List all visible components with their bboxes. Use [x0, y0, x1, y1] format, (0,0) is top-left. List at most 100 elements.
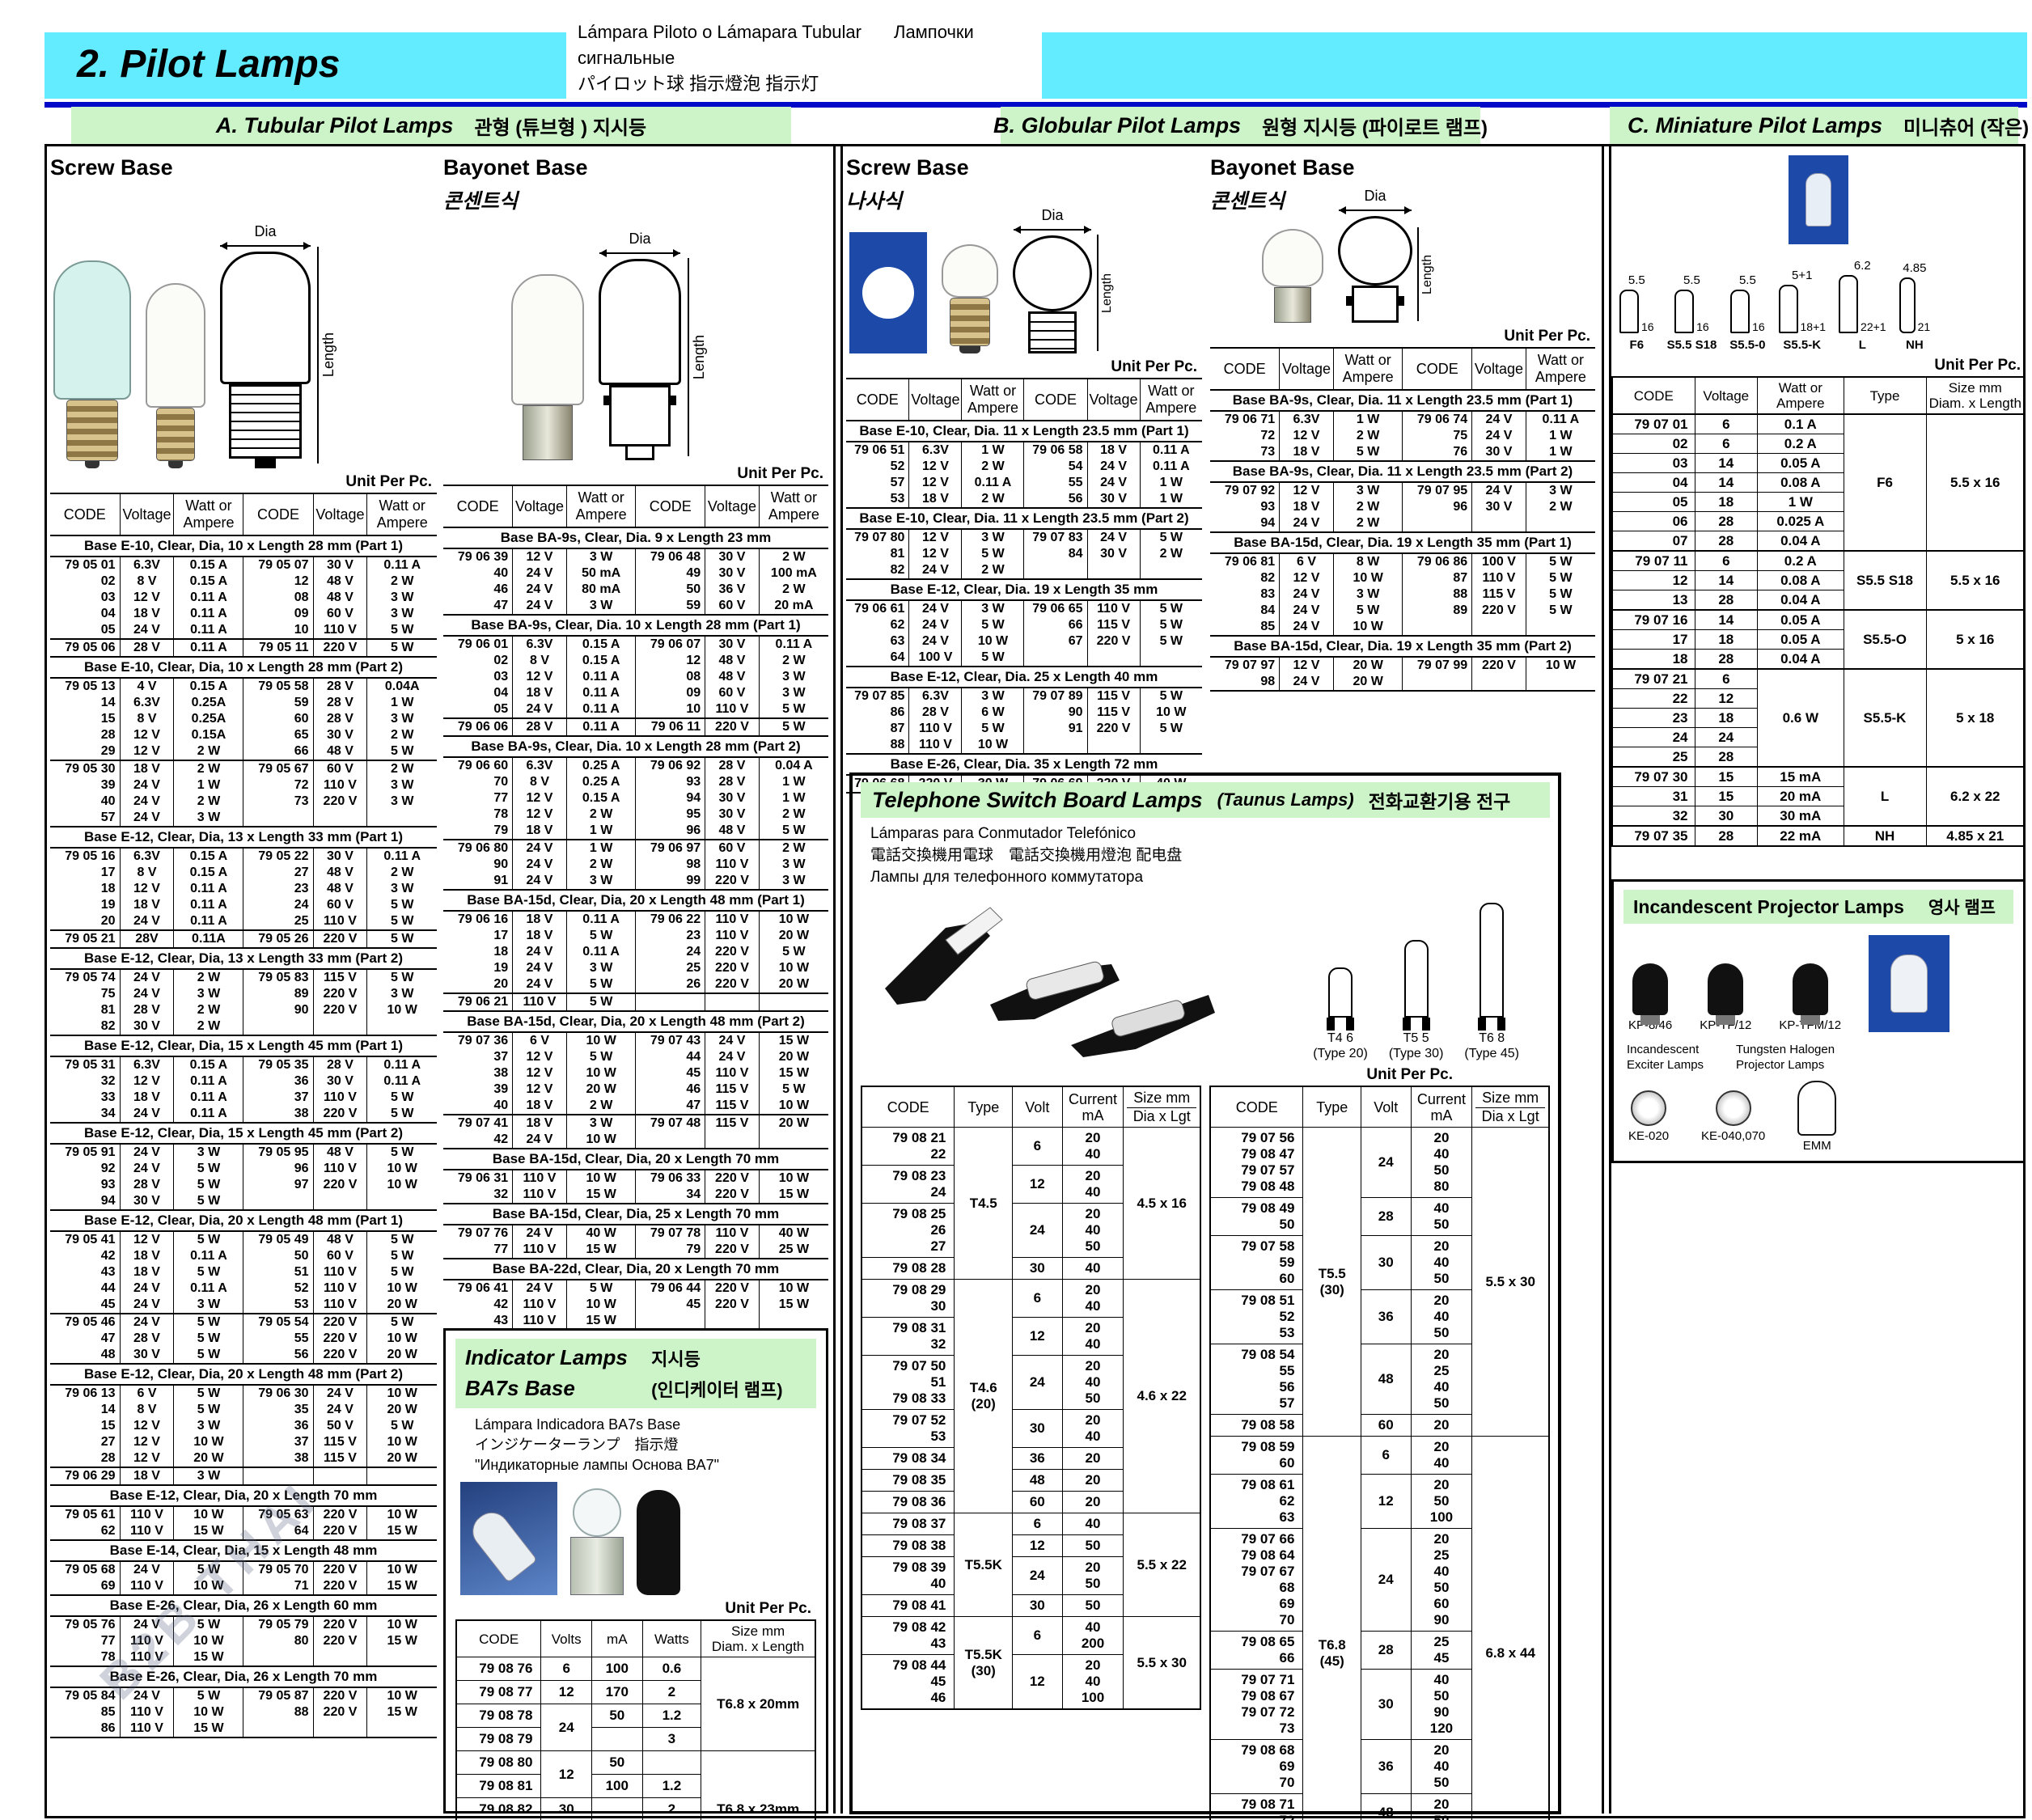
column-header: CODE — [456, 1620, 541, 1657]
code-cell: 79 05 83 — [243, 969, 313, 986]
table-row: 79 06 136 V5 W79 06 3024 V10 W — [50, 1385, 437, 1402]
lamp-base-icon — [1327, 1018, 1354, 1031]
code-cell: 23 — [636, 928, 705, 944]
voltage-cell: 24 V — [120, 1314, 174, 1331]
watt-cell: 0.11 A — [1140, 442, 1202, 459]
code-cell: 88 — [243, 1704, 313, 1721]
voltage-cell: 24 V — [513, 873, 567, 890]
voltage-cell: 115 V — [313, 1434, 367, 1450]
code-cell: 36 — [243, 1073, 313, 1090]
code-cell: 79 07 36 — [443, 1032, 513, 1049]
code-cell: 79 07 92 — [1210, 482, 1280, 499]
code-cell: 98 — [1210, 674, 1280, 691]
voltage-cell: 6.3V — [120, 848, 174, 865]
watt-cell: 3 W — [759, 873, 828, 890]
code-cell: 23 — [1612, 709, 1695, 728]
voltage-cell: 24 V — [909, 617, 962, 633]
watt-cell: 10 W — [367, 1331, 437, 1347]
code-cell: 29 — [50, 743, 120, 760]
code-cell: 57 — [50, 810, 120, 827]
voltage-cell: 12 V — [513, 806, 567, 823]
group-header-row: Base BA-9s, Clear, Dia. 11 x Length 23.5… — [1210, 461, 1595, 482]
code-cell: 79 05 22 — [243, 848, 313, 865]
group-header: Base BA-9s, Clear, Dia. 11 x Length 23.5… — [1210, 390, 1595, 411]
voltage-cell: 12 — [1695, 689, 1758, 709]
voltage-cell: 24 V — [120, 913, 174, 930]
watt-cell: 10 W — [566, 1170, 636, 1187]
watt-cell: 3 W — [566, 598, 636, 615]
size-cell: 5.5 x 16 — [1926, 551, 2025, 610]
group-header-row: Base E-12, Clear, Dia. 25 x Length 40 mm — [846, 667, 1202, 688]
code-cell: 59 — [243, 695, 313, 711]
table-row: 4524 V3 W53110 V20 W — [50, 1297, 437, 1314]
code-cell: 79 08 54555657 — [1210, 1344, 1303, 1415]
table-row: 43110 V15 W — [443, 1313, 828, 1330]
code-cell: 02 — [50, 574, 120, 590]
code-cell: 89 — [1403, 603, 1472, 619]
code-cell: 87 — [846, 721, 909, 737]
code-cell — [243, 1721, 313, 1737]
table-row: 0418 V0.11 A0960 V3 W — [50, 606, 437, 622]
code-cell: 79 07 35 — [1612, 826, 1695, 846]
code-cell: 64 — [846, 650, 909, 667]
spec-table: CODEVoltageWatt or AmpereCODEVoltageWatt… — [846, 378, 1202, 794]
ma-cell: 4050 — [1411, 1198, 1472, 1236]
voltage-cell: 24 V — [313, 1385, 367, 1402]
watt-cell: 0.25A — [174, 695, 243, 711]
voltage-cell: 14 — [1695, 473, 1758, 493]
table-header-row: CODEVoltsmAWattsSize mm Diam. x Length — [456, 1620, 815, 1657]
group-header: Base BA-15d, Clear, Dia. 19 x Length 35 … — [1210, 636, 1595, 657]
table-row: 8324 V3 W88115 V5 W — [1210, 586, 1595, 603]
code-cell: 79 08 35 — [861, 1470, 955, 1492]
watt-cell: 10 W — [367, 1506, 437, 1523]
table-row: 5318 V2 W5630 V1 W — [846, 491, 1202, 508]
telephone-desc-ja: 電話交換機用電球 電話交換機用燈泡 配电盘 — [870, 844, 1550, 866]
watt-cell — [367, 1721, 437, 1737]
watt-cell: 2 W — [566, 857, 636, 873]
length-value: 16 — [1696, 320, 1709, 333]
watt-cell: 1 W — [759, 790, 828, 806]
code-cell: 79 05 07 — [243, 557, 313, 574]
watt-cell: 0.2 A — [1758, 434, 1844, 454]
code-cell: 79 06 60 — [443, 757, 513, 774]
table-row: 178 V0.15 A2748 V2 W — [50, 865, 437, 881]
indicator-base: BA7s Base — [465, 1376, 651, 1402]
ma-cell: 20 — [1062, 1448, 1124, 1470]
watt-cell: 0.15 A — [174, 557, 243, 574]
table-row: 79 06 1618 V0.11 A79 06 22110 V10 W — [443, 911, 828, 928]
voltage-cell: 18 V — [909, 491, 962, 508]
code-cell: 13 — [1612, 590, 1695, 611]
code-cell: 45 — [636, 1065, 705, 1081]
tubular-screw-images: Dia Length — [50, 180, 437, 468]
ma-cell: 405090120 — [1411, 1670, 1472, 1740]
voltage-cell: 24 V — [1280, 586, 1334, 603]
voltage-cell — [313, 1018, 367, 1035]
dia-label: Dia — [629, 231, 650, 248]
voltage-cell: 60 V — [705, 598, 760, 615]
table-row: 79 05 316.3V0.15 A79 05 3528 V0.11 A — [50, 1056, 437, 1073]
watt-cell: 5 W — [174, 1231, 243, 1248]
voltage-cell: 60 V — [705, 840, 760, 857]
watt-cell: 20 W — [367, 1297, 437, 1314]
code-cell: 79 07 41 — [443, 1115, 513, 1132]
code-cell: 77 — [443, 1242, 513, 1259]
watt-cell: 10 W — [1140, 705, 1202, 721]
watt-cell: 0.11 A — [174, 1248, 243, 1264]
watt-cell: 2 W — [174, 743, 243, 760]
ma-cell: 20 — [1411, 1415, 1472, 1437]
code-cell: 20 — [443, 976, 513, 993]
type-cell: T5.5 (30) — [1303, 1128, 1361, 1437]
group-header-row: Base BA-9s, Clear, Dia. 10 x Length 28 m… — [443, 615, 828, 636]
code-cell: 86 — [50, 1721, 120, 1737]
watt-cell: 0.11 A — [962, 475, 1024, 491]
code-cell: 79 05 21 — [50, 930, 120, 948]
voltage-cell: 28 — [1695, 826, 1758, 846]
volt-cell: 6 — [1013, 1617, 1063, 1655]
voltage-cell: 6.3V — [120, 557, 174, 574]
section-b-bayonet-block: Bayonet Base 콘센트식 Dia Length Unit Pe — [1210, 155, 1595, 692]
voltage-cell: 6 — [1695, 414, 1758, 434]
watt-cell: 5 W — [367, 969, 437, 986]
table-row: 3924 V1 W72110 V3 W — [50, 777, 437, 794]
voltage-cell: 6 V — [120, 1385, 174, 1402]
column-header: Voltage — [1087, 379, 1140, 421]
